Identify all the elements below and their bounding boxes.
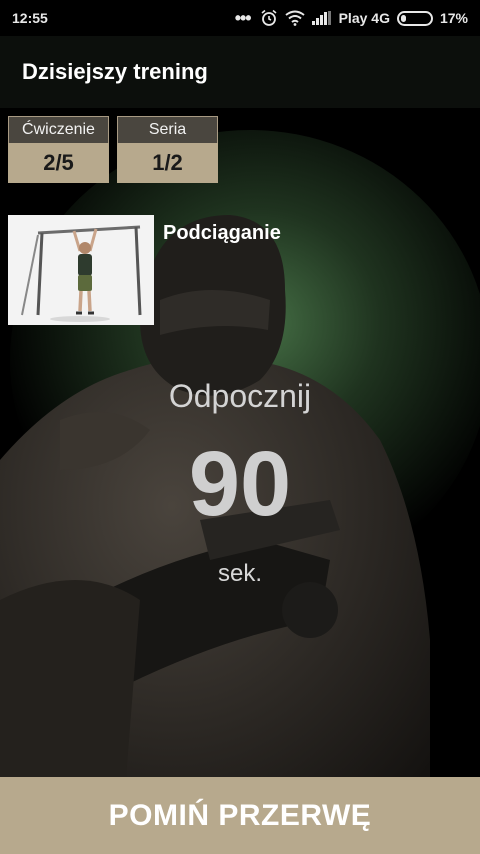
rest-countdown: 90	[188, 433, 292, 535]
set-counter-value: 1/2	[117, 143, 218, 183]
page-title: Dzisiejszy trening	[22, 59, 208, 84]
exercise-counter-value: 2/5	[8, 143, 109, 183]
exercise-counter: Ćwiczenie 2/5	[8, 116, 109, 183]
battery-percent: 17%	[439, 10, 468, 26]
notification-dots: •••	[234, 7, 252, 28]
skip-break-button[interactable]: POMIŃ PRZERWĘ	[0, 777, 480, 854]
set-counter: Seria 1/2	[117, 116, 218, 183]
exercise-name: Podciąganie	[163, 222, 281, 244]
wifi-icon	[284, 10, 305, 26]
rest-label: Odpocznij	[168, 378, 312, 414]
battery-icon	[396, 10, 433, 26]
exercise-thumbnail[interactable]	[8, 215, 154, 325]
exercise-counter-label: Ćwiczenie	[8, 116, 109, 143]
signal-icon	[311, 11, 331, 25]
pull-up-illustration	[8, 215, 154, 325]
carrier-label: Play 4G	[338, 10, 390, 26]
app-bar: Dzisiejszy trening	[0, 36, 480, 108]
rest-unit: sek.	[217, 560, 262, 587]
alarm-icon	[261, 9, 277, 26]
set-counter-label: Seria	[117, 116, 218, 143]
status-icons: ••• Play 4G 17%	[235, 8, 468, 29]
status-time: 12:55	[12, 10, 48, 26]
status-bar: 12:55 ••• Play 4G 17%	[0, 0, 480, 36]
